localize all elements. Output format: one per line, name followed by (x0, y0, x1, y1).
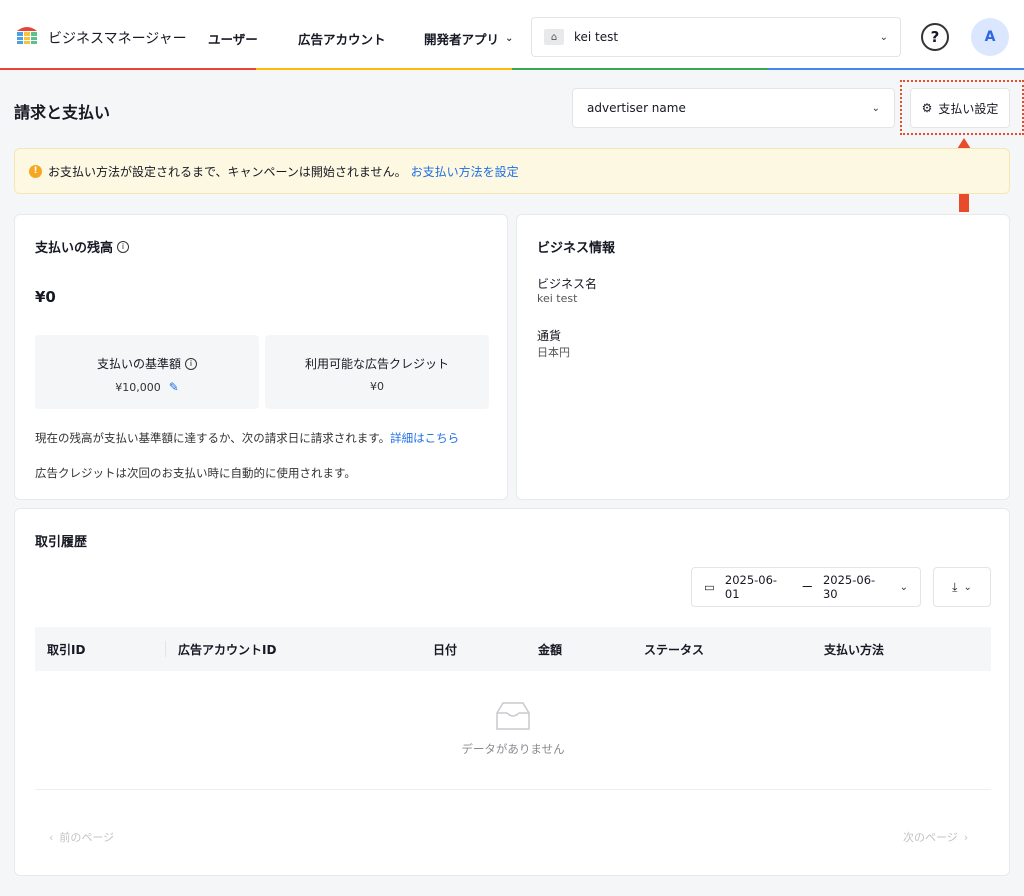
next-page-button[interactable]: 次のページ › (903, 829, 968, 845)
download-button[interactable]: ⤓ ⌄ (933, 567, 991, 607)
transaction-history-card: 取引履歴 ▭ 2025-06-01 ー 2025-06-30 ⌄ ⤓ ⌄ 取引I… (14, 508, 1010, 876)
prev-page-button[interactable]: ‹ 前のページ (49, 829, 114, 845)
shop-icon: ⌂ (544, 29, 564, 45)
business-name-value: kei test (537, 292, 578, 305)
page-title: 請求と支払い (14, 103, 111, 122)
chevron-right-icon: › (963, 830, 969, 844)
next-page-label: 次のページ (903, 831, 958, 844)
business-name-label: ビジネス名 (537, 277, 598, 291)
balance-card-title-text: 支払いの残高 (35, 241, 114, 256)
top-navigation-bar: ビジネスマネージャー ユーザー 広告アカウント 開発者アプリ ⌄ ⌂ kei t… (0, 0, 1024, 70)
date-range-picker[interactable]: ▭ 2025-06-01 ー 2025-06-30 ⌄ (691, 567, 921, 607)
advertiser-selector-value: advertiser name (587, 101, 686, 115)
chevron-left-icon: ‹ (49, 830, 54, 844)
threshold-label: 支払いの基準額 (96, 357, 181, 371)
col-status[interactable]: ステータス (644, 641, 704, 658)
prev-page-label: 前のページ (59, 831, 115, 844)
col-ad-account-id[interactable]: 広告アカウントID (178, 641, 276, 658)
transaction-history-title: 取引履歴 (35, 535, 88, 550)
threshold-box: 支払いの基準額 i ¥10,000 ✎ (35, 335, 259, 409)
info-icon[interactable]: i (185, 357, 197, 370)
column-divider (165, 641, 166, 657)
col-date[interactable]: 日付 (433, 641, 457, 658)
empty-state-text: データがありません (461, 742, 565, 756)
nav-ad-accounts[interactable]: 広告アカウント (298, 29, 386, 48)
chevron-down-icon: ⌄ (505, 33, 514, 44)
advertiser-selector[interactable]: advertiser name ⌄ (572, 88, 895, 128)
col-payment-method[interactable]: 支払い方法 (824, 641, 884, 658)
date-start: 2025-06-01 (724, 573, 778, 601)
account-name: kei test (574, 30, 619, 44)
avatar[interactable]: A (971, 18, 1009, 56)
download-icon: ⤓ (952, 579, 958, 594)
billing-note-text: 現在の残高が支払い基準額に達するか、次の請求日に請求されます。 (35, 431, 391, 445)
balance-card-title: 支払いの残高 i (35, 237, 130, 256)
info-icon[interactable]: i (117, 240, 130, 253)
business-info-title: ビジネス情報 (537, 241, 616, 256)
nav-developer-apps-label: 開発者アプリ (424, 32, 500, 47)
warning-icon: ! (29, 164, 42, 178)
threshold-value-row: ¥10,000 ✎ (35, 380, 259, 394)
threshold-value: ¥10,000 (115, 380, 161, 394)
payment-method-alert: ! お支払い方法が設定されるまで、キャンペーンは開始されません。 お支払い方法を… (14, 148, 1010, 194)
billing-note: 現在の残高が支払い基準額に達するか、次の請求日に請求されます。詳細はこちら (35, 430, 459, 446)
learn-more-link[interactable]: 詳細はこちら (390, 431, 459, 445)
divider (35, 789, 991, 790)
highlight-annotation-box (900, 80, 1024, 135)
help-button[interactable]: ? (921, 23, 949, 51)
pencil-edit-icon[interactable]: ✎ (169, 380, 179, 394)
currency-label: 通貨 (537, 329, 562, 343)
chevron-down-icon: ⌄ (899, 581, 908, 593)
chevron-down-icon: ⌄ (879, 31, 888, 43)
set-payment-method-link[interactable]: お支払い方法を設定 (411, 163, 519, 180)
chevron-down-icon: ⌄ (963, 581, 972, 593)
ad-credit-value: ¥0 (370, 380, 384, 393)
brand-title[interactable]: ビジネスマネージャー (48, 28, 187, 48)
nav-developer-apps[interactable]: 開発者アプリ ⌄ (424, 29, 513, 48)
credit-note: 広告クレジットは次回のお支払い時に自動的に使用されます。 (35, 466, 356, 480)
balance-amount: ¥0 (35, 288, 56, 306)
ad-credit-box: 利用可能な広告クレジット ¥0 (265, 335, 489, 409)
business-info-card: ビジネス情報 ビジネス名 kei test 通貨 日本円 (516, 214, 1010, 500)
ad-credit-label: 利用可能な広告クレジット (304, 357, 449, 371)
business-manager-logo-icon (17, 27, 37, 44)
col-transaction-id[interactable]: 取引ID (47, 641, 85, 658)
col-amount[interactable]: 金額 (538, 641, 562, 658)
color-stripe (0, 68, 1024, 70)
threshold-label-row: 支払いの基準額 i (35, 355, 259, 372)
calendar-icon: ▭ (704, 580, 715, 594)
chevron-down-icon: ⌄ (871, 102, 880, 114)
currency-value: 日本円 (537, 346, 570, 359)
alert-message: お支払い方法が設定されるまで、キャンペーンは開始されません。 (48, 164, 407, 179)
date-end: 2025-06-30 (822, 573, 876, 601)
balance-card: 支払いの残高 i ¥0 支払いの基準額 i ¥10,000 ✎ 利用可能な広告ク… (14, 214, 508, 500)
account-selector[interactable]: ⌂ kei test ⌄ (531, 17, 901, 57)
table-header: 取引ID 広告アカウントID 日付 金額 ステータス 支払い方法 (35, 627, 991, 671)
empty-inbox-icon (496, 702, 530, 730)
nav-users[interactable]: ユーザー (208, 29, 258, 48)
date-separator: ー (801, 580, 813, 594)
